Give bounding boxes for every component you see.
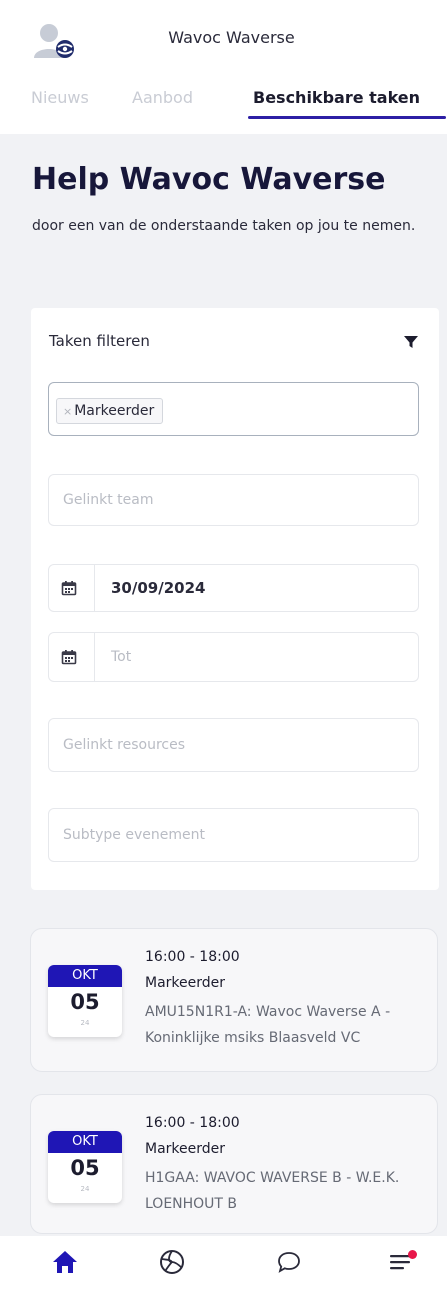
calendar-icon[interactable] [49,565,95,611]
tab-aanbod[interactable]: Aanbod [132,88,193,107]
home-icon[interactable] [51,1248,79,1276]
from-date-value: 30/09/2024 [111,579,206,597]
bottom-navigation [0,1236,447,1291]
selected-tag-label: Markeerder [74,403,155,419]
badge-month: OKT [48,1131,122,1153]
linked-resources-placeholder: Gelinkt resources [63,737,186,753]
task-card[interactable]: OKT 05 24 16:00 - 18:00 Markeerder H1GAA… [30,1094,438,1234]
from-date-field[interactable]: 30/09/2024 [48,564,419,612]
task-description: AMU15N1R1-A: Wavoc Waverse A - Koninklij… [145,1004,391,1046]
badge-year: 24 [80,1185,90,1193]
date-badge: OKT 05 24 [48,1131,122,1203]
top-bar: Wavoc Waverse Nieuws Aanbod Beschikbare … [0,0,447,134]
date-badge: OKT 05 24 [48,965,122,1037]
linked-resources-field[interactable]: Gelinkt resources [48,718,419,772]
active-tab-indicator [248,116,446,119]
task-role: Markeerder [145,975,226,991]
page-subtitle: door een van de onderstaande taken op jo… [32,218,416,234]
task-description: H1GAA: WAVOC WAVERSE B - W.E.K. LOENHOUT… [145,1170,400,1212]
badge-day: 05 [70,1156,100,1180]
event-subtype-placeholder: Subtype evenement [63,827,205,843]
notification-dot [408,1250,417,1259]
calendar-icon[interactable] [49,633,95,681]
task-time: 16:00 - 18:00 [145,949,240,965]
task-card[interactable]: OKT 05 24 16:00 - 18:00 Markeerder AMU15… [30,928,438,1072]
filter-panel: Taken filteren × Markeerder Gelinkt team … [31,308,439,890]
to-date-field[interactable]: Tot [48,632,419,682]
menu-icon[interactable] [387,1248,417,1276]
remove-tag-icon[interactable]: × [63,405,72,418]
tab-nieuws[interactable]: Nieuws [31,88,89,107]
filter-funnel-icon[interactable] [403,334,419,350]
badge-day: 05 [70,990,100,1014]
task-type-select[interactable]: × Markeerder [48,382,419,436]
page-title: Help Wavoc Waverse [32,162,386,197]
linked-team-placeholder: Gelinkt team [63,492,154,508]
tab-beschikbare-taken[interactable]: Beschikbare taken [253,88,420,107]
badge-year: 24 [80,1019,90,1027]
filter-title[interactable]: Taken filteren [49,332,150,350]
volleyball-icon[interactable] [158,1248,186,1276]
tab-bar: Nieuws Aanbod Beschikbare taken [0,84,447,124]
selected-tag-chip[interactable]: × Markeerder [56,398,164,424]
task-time: 16:00 - 18:00 [145,1115,240,1131]
badge-month: OKT [48,965,122,987]
linked-team-field[interactable]: Gelinkt team [48,474,419,526]
club-name: Wavoc Waverse [168,28,295,47]
chat-bubble-icon[interactable] [275,1248,303,1276]
event-subtype-field[interactable]: Subtype evenement [48,808,419,862]
to-date-placeholder: Tot [111,649,132,665]
task-role: Markeerder [145,1141,226,1157]
